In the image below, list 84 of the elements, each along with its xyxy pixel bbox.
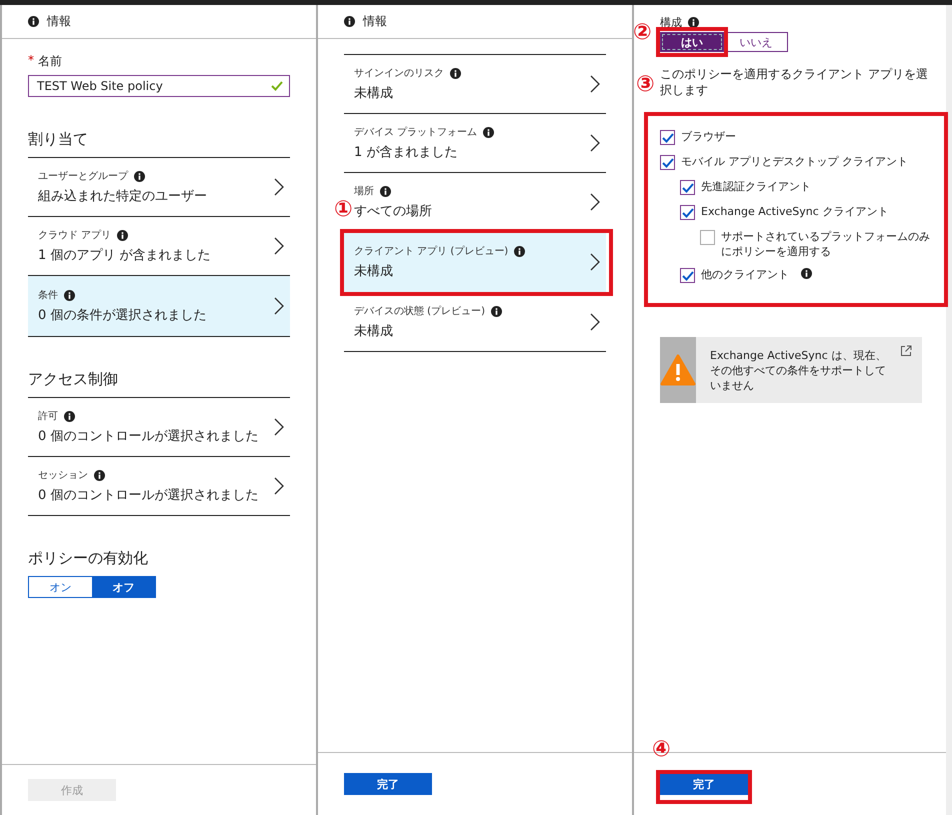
row-value: 0 個のコントロールが選択されました <box>38 487 258 504</box>
navigation-row[interactable]: セッション 0 個のコントロールが選択されました <box>28 457 290 516</box>
row-label: クライアント アプリ (プレビュー) <box>354 244 508 258</box>
chevron-right-icon <box>590 193 600 211</box>
row-label: 許可 <box>38 410 58 423</box>
row-value: 1 個のアプリ が含まれました <box>38 247 211 264</box>
checkbox[interactable] <box>680 180 695 196</box>
checkbox-label: ブラウザー <box>681 130 736 146</box>
info-icon <box>28 16 39 27</box>
chevron-right-icon <box>274 418 284 436</box>
info-icon <box>483 126 494 138</box>
checkbox-label: 他のクライアント <box>701 268 789 283</box>
row-label: ユーザーとグループ <box>38 170 128 183</box>
row-label: 条件 <box>38 289 58 302</box>
chevron-right-icon <box>590 313 600 331</box>
row-label: 場所 <box>354 184 374 198</box>
chevron-right-icon <box>274 237 284 255</box>
navigation-row[interactable]: デバイス プラットフォーム 1 が含まれました <box>344 114 606 173</box>
row-value: 未構成 <box>354 263 394 280</box>
checkbox[interactable] <box>680 268 695 284</box>
row-value: 未構成 <box>354 323 394 340</box>
section-title: 割り当て <box>28 130 89 149</box>
info-icon <box>344 16 355 27</box>
checkbox[interactable] <box>660 155 675 170</box>
toggle-option[interactable]: はい <box>660 32 724 52</box>
field-label: 名前 <box>38 53 62 70</box>
checkbox-label: Exchange ActiveSync クライアント <box>701 205 888 220</box>
info-icon <box>94 470 105 480</box>
row-label: セッション <box>38 469 88 482</box>
row-label: サインインのリスク <box>354 67 444 80</box>
info-icon <box>450 68 461 78</box>
row-value: 1 が含まれました <box>354 144 458 161</box>
checkbox-label: 先進認証クライアント <box>701 180 811 196</box>
navigation-row[interactable]: サインインのリスク 未構成 <box>344 55 606 114</box>
row-value: 0 個のコントロールが選択されました <box>38 428 258 445</box>
checkbox-label: サポートされているプラットフォームのみにポリシーを適用する <box>721 230 931 260</box>
info-icon <box>117 230 128 240</box>
row-value: 0 個の条件が選択されました <box>38 307 206 324</box>
navigation-row[interactable]: 許可 0 個のコントロールが選択されました <box>28 398 290 457</box>
external-link-icon[interactable] <box>900 345 912 358</box>
required-asterisk: * <box>28 53 34 69</box>
header-title: 情報 <box>363 13 387 30</box>
highlight-frame <box>656 27 728 57</box>
chevron-right-icon <box>590 253 600 271</box>
warning-text: Exchange ActiveSync は、現在、その他すべての条件をサポートしていません <box>710 348 888 394</box>
checkbox[interactable] <box>660 130 675 146</box>
callout-number: ② <box>633 22 652 44</box>
row-label: クラウド アプリ <box>38 228 112 242</box>
info-icon <box>64 290 75 300</box>
checkbox[interactable] <box>700 230 715 246</box>
row-label: デバイスの状態 (プレビュー) <box>354 304 485 318</box>
navigation-row[interactable]: ユーザーとグループ 組み込まれた特定のユーザー <box>28 158 290 217</box>
row-value: すべての場所 <box>354 203 432 220</box>
chevron-right-icon <box>274 297 284 315</box>
checkbox[interactable] <box>680 205 695 220</box>
info-icon <box>514 246 526 256</box>
info-icon <box>380 186 391 196</box>
header-title: 情報 <box>47 13 71 30</box>
navigation-row[interactable]: クライアント アプリ (プレビュー) 未構成 <box>344 232 606 293</box>
warning-icon <box>660 354 696 386</box>
info-icon <box>688 17 699 28</box>
row-value: 組み込まれた特定のユーザー <box>38 188 207 205</box>
done-button[interactable]: 完了 <box>660 773 748 795</box>
row-label: デバイス プラットフォーム <box>354 126 478 139</box>
instruction-text: このポリシーを適用するクライアント アプリを選択します <box>660 67 928 98</box>
callout-number: ④ <box>652 739 671 761</box>
checkbox-label: モバイル アプリとデスクトップ クライアント <box>681 155 908 170</box>
callout-number: ③ <box>636 74 655 96</box>
name-field[interactable]: TEST Web Site policy <box>28 75 290 97</box>
chevron-right-icon <box>274 477 284 495</box>
toggle-option[interactable]: オフ <box>92 577 155 597</box>
section-title: アクセス制御 <box>28 370 119 389</box>
navigation-row[interactable]: デバイスの状態 (プレビュー) 未構成 <box>344 293 606 352</box>
info-icon <box>490 306 502 316</box>
section-title: ポリシーの有効化 <box>28 549 149 568</box>
navigation-row[interactable]: 条件 0 個の条件が選択されました <box>28 276 290 337</box>
chevron-right-icon <box>590 134 600 152</box>
info-icon <box>64 410 75 422</box>
chevron-right-icon <box>274 178 284 196</box>
field-label: 構成 <box>660 15 682 30</box>
chevron-right-icon <box>590 75 600 93</box>
row-value: 未構成 <box>354 85 394 102</box>
done-button[interactable]: 完了 <box>344 773 432 795</box>
info-icon <box>134 170 145 182</box>
